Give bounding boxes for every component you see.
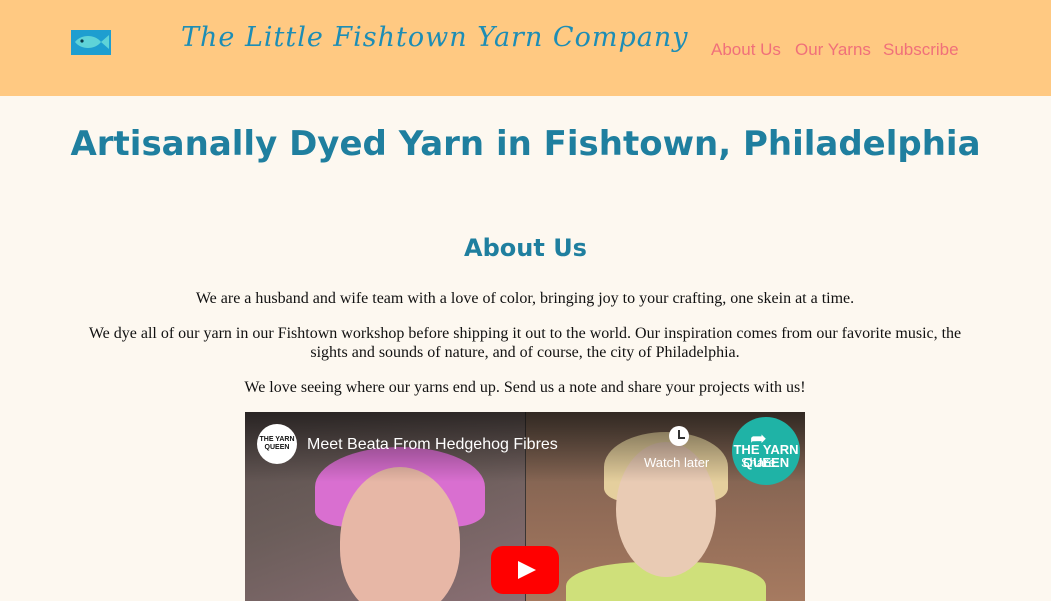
- share-label[interactable]: Share: [741, 455, 776, 470]
- fish-logo-icon[interactable]: [71, 30, 111, 55]
- nav-our-yarns[interactable]: Our Yarns: [795, 40, 871, 60]
- hero-title: Artisanally Dyed Yarn in Fishtown, Phila…: [70, 124, 981, 164]
- nav-subscribe[interactable]: Subscribe: [883, 40, 959, 60]
- about-heading: About Us: [464, 234, 587, 262]
- youtube-video-embed[interactable]: THE YARN QUEEN Meet Beata From Hedgehog …: [245, 412, 805, 601]
- watch-later-label[interactable]: Watch later: [644, 455, 709, 470]
- about-paragraph-2: We dye all of our yarn in our Fishtown w…: [88, 325, 962, 361]
- clock-icon[interactable]: [669, 426, 689, 446]
- play-icon[interactable]: [491, 546, 559, 594]
- site-header: The Little Fishtown Yarn Company About U…: [0, 0, 1051, 96]
- about-paragraph-3: We love seeing where our yarns end up. S…: [244, 379, 806, 396]
- about-paragraph-1: We are a husband and wife team with a lo…: [195, 290, 855, 307]
- brand-name[interactable]: The Little Fishtown Yarn Company: [181, 22, 688, 53]
- nav-about-us[interactable]: About Us: [711, 40, 781, 60]
- channel-avatar[interactable]: THE YARN QUEEN: [257, 424, 297, 464]
- share-icon[interactable]: ➦: [750, 426, 767, 450]
- video-title[interactable]: Meet Beata From Hedgehog Fibres: [307, 436, 558, 454]
